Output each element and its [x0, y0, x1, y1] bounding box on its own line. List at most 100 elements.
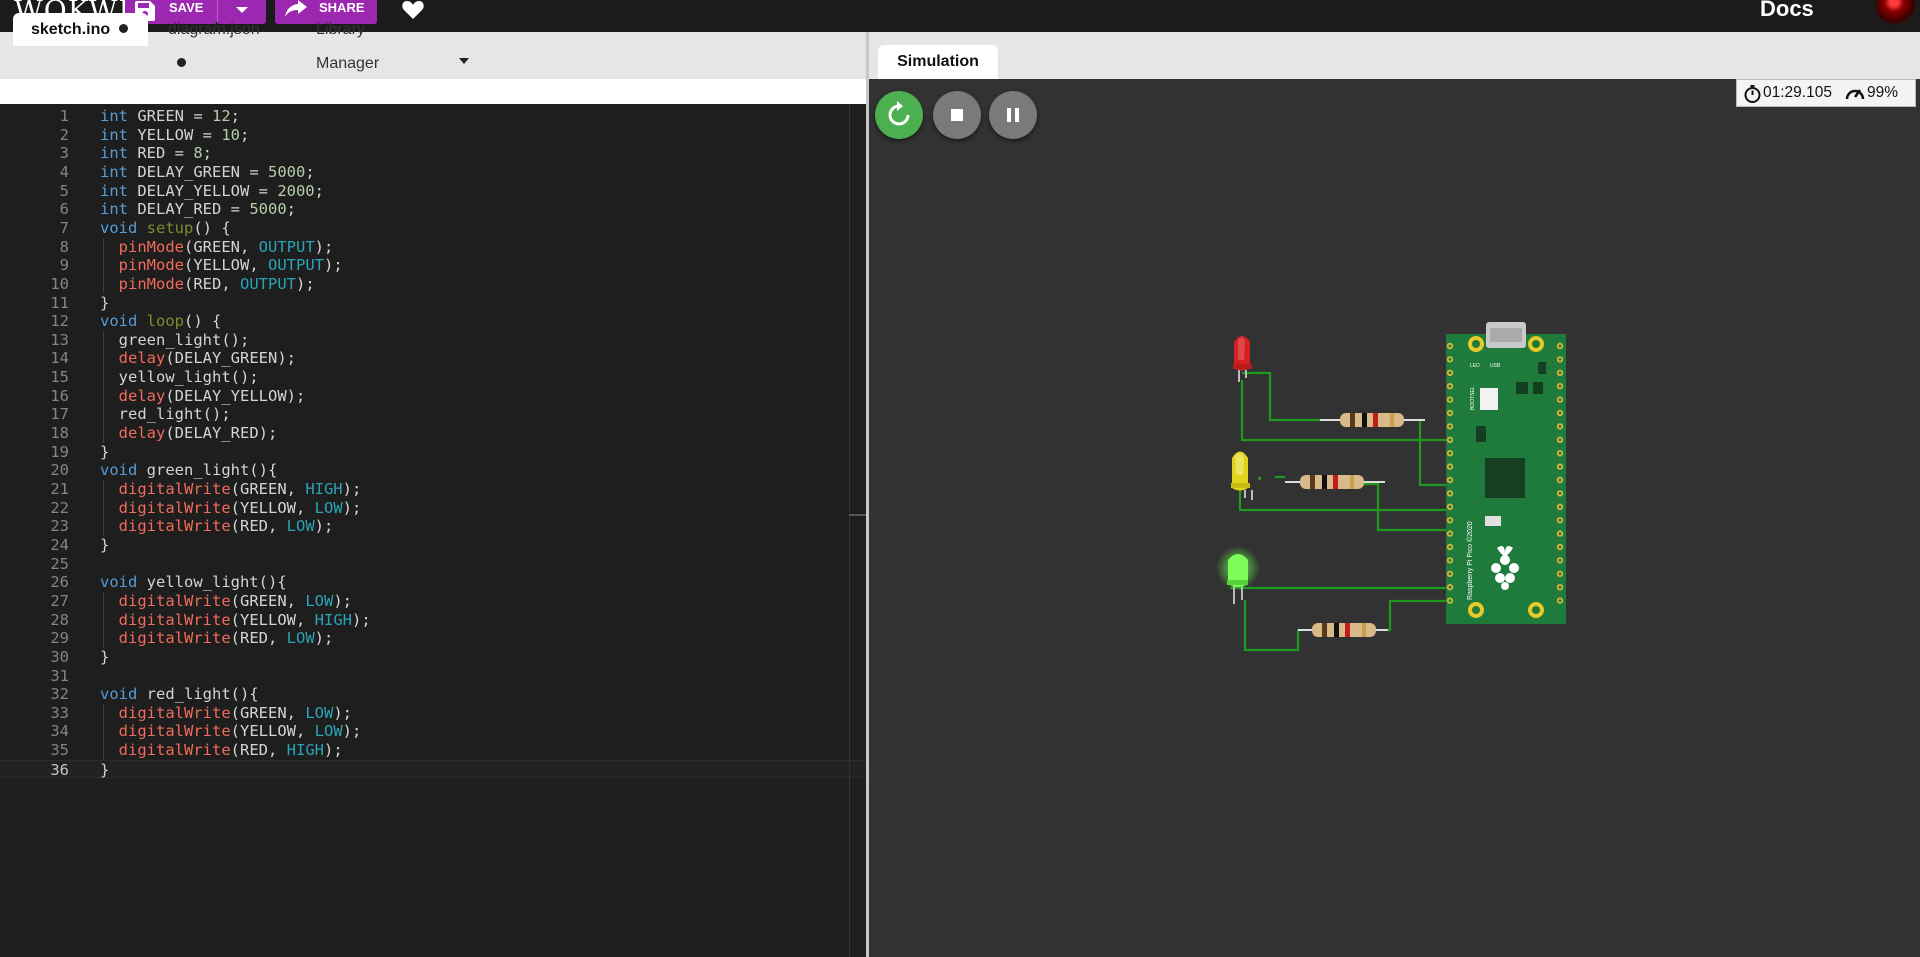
code-editor[interactable]: 1 int GREEN = 12; 2 int YELLOW = 10; 3 int RE… — [0, 104, 866, 957]
code-text[interactable]: } — [100, 536, 109, 555]
code-line[interactable]: 27 digitalWrite(GREEN, LOW); — [0, 592, 866, 611]
code-line[interactable]: 4 int DELAY_GREEN = 5000; — [0, 163, 866, 182]
code-text[interactable]: digitalWrite(GREEN, LOW); — [100, 592, 352, 611]
tab-sketch-ino[interactable]: sketch.ino — [13, 13, 148, 46]
code-text[interactable]: int DELAY_YELLOW = 2000; — [100, 182, 324, 201]
code-line[interactable]: 25 — [0, 555, 866, 574]
code-line[interactable]: 33 digitalWrite(GREEN, LOW); — [0, 704, 866, 723]
circuit-diagram[interactable]: Raspberry Pi Pico ©2020 USB LED BOOTSEL — [1200, 320, 1580, 660]
code-text[interactable]: int DELAY_RED = 5000; — [100, 200, 296, 219]
code-line[interactable]: 30} — [0, 648, 866, 667]
code-text[interactable]: delay(DELAY_RED); — [100, 424, 278, 443]
user-avatar[interactable] — [1876, 0, 1916, 26]
header-pin-hole — [1448, 398, 1452, 401]
code-line[interactable]: 29 digitalWrite(RED, LOW); — [0, 629, 866, 648]
code-text[interactable]: } — [100, 648, 109, 667]
code-line[interactable]: 32 void red_light(){ — [0, 685, 866, 704]
red-led[interactable] — [1233, 336, 1252, 382]
resistor-1[interactable] — [1320, 413, 1425, 427]
code-text[interactable]: pinMode(RED, OUTPUT); — [100, 275, 315, 294]
code-line[interactable]: 21 digitalWrite(GREEN, HIGH); — [0, 480, 866, 499]
code-text[interactable]: int RED = 8; — [100, 144, 212, 163]
code-text[interactable]: void red_light(){ — [100, 685, 259, 704]
code-line[interactable]: 19} — [0, 443, 866, 462]
code-text[interactable]: digitalWrite(YELLOW, HIGH); — [100, 611, 371, 630]
code-text[interactable]: red_light(); — [100, 405, 231, 424]
wires — [1230, 371, 1450, 652]
tab-label: Library Manager — [316, 21, 380, 72]
code-line[interactable]: 14 delay(DELAY_GREEN); — [0, 349, 866, 368]
tab-label: sketch.ino — [31, 21, 111, 38]
code-line[interactable]: 6 int DELAY_RED = 5000; — [0, 200, 866, 219]
code-text[interactable]: } — [100, 761, 109, 780]
code-line[interactable]: 26 void yellow_light(){ — [0, 573, 866, 592]
docs-link[interactable]: Docs — [1760, 0, 1814, 22]
resistor-2[interactable] — [1285, 475, 1385, 489]
code-text[interactable]: digitalWrite(YELLOW, LOW); — [100, 722, 362, 741]
code-text[interactable]: digitalWrite(YELLOW, LOW); — [100, 499, 362, 518]
code-line[interactable]: 1 int GREEN = 12; — [0, 107, 866, 126]
tab-menu-caret-icon[interactable] — [459, 58, 469, 64]
code-text[interactable]: int YELLOW = 10; — [100, 126, 249, 145]
code-text[interactable]: } — [100, 443, 109, 462]
header-pin-hole — [1448, 451, 1452, 455]
code-line[interactable]: 13 green_light(); — [0, 331, 866, 350]
code-line[interactable]: 17 red_light(); — [0, 405, 866, 424]
code-line[interactable]: 22 digitalWrite(YELLOW, LOW); — [0, 499, 866, 518]
code-text[interactable]: delay(DELAY_GREEN); — [100, 349, 296, 368]
header-pin-hole — [1558, 425, 1562, 428]
code-line[interactable]: 20 void green_light(){ — [0, 461, 866, 480]
code-line[interactable]: 36} — [0, 759, 866, 780]
code-line[interactable]: 31 — [0, 667, 866, 686]
editor-scrollbar-track[interactable] — [849, 104, 850, 957]
code-line[interactable]: 18 delay(DELAY_RED); — [0, 424, 866, 443]
code-line[interactable]: 8 pinMode(GREEN, OUTPUT); — [0, 238, 866, 257]
green-led[interactable] — [1216, 546, 1260, 604]
code-line[interactable]: 34 digitalWrite(YELLOW, LOW); — [0, 722, 866, 741]
header-pin-hole — [1558, 478, 1562, 482]
code-text[interactable]: delay(DELAY_YELLOW); — [100, 387, 306, 406]
code-line[interactable]: 10 pinMode(RED, OUTPUT); — [0, 275, 866, 294]
code-line[interactable]: 28 digitalWrite(YELLOW, HIGH); — [0, 611, 866, 630]
code-text[interactable]: } — [100, 294, 109, 313]
code-text[interactable]: digitalWrite(GREEN, HIGH); — [100, 480, 362, 499]
code-line[interactable]: 15 yellow_light(); — [0, 368, 866, 387]
yellow-led[interactable] — [1231, 451, 1253, 501]
code-line[interactable]: 7 void setup() { — [0, 219, 866, 238]
tab-simulation[interactable]: Simulation — [878, 45, 998, 79]
code-text[interactable]: digitalWrite(RED, LOW); — [100, 629, 334, 648]
code-text[interactable]: digitalWrite(RED, HIGH); — [100, 741, 343, 760]
tab-diagram-json[interactable]: diagram.json — [150, 13, 285, 67]
raspberry-pi-pico-board[interactable]: Raspberry Pi Pico ©2020 USB LED BOOTSEL — [1446, 322, 1566, 624]
code-text[interactable]: int DELAY_GREEN = 5000; — [100, 163, 315, 182]
resistor-3[interactable] — [1298, 623, 1388, 637]
code-line[interactable]: 9 pinMode(YELLOW, OUTPUT); — [0, 256, 866, 275]
code-text[interactable]: green_light(); — [100, 331, 250, 350]
code-text[interactable]: void green_light(){ — [100, 461, 277, 480]
code-text[interactable]: digitalWrite(GREEN, LOW); — [100, 704, 352, 723]
simulation-status: 01:29.105 99% — [1736, 79, 1916, 107]
bootsel-label: BOOTSEL — [1470, 386, 1476, 410]
code-text[interactable]: pinMode(YELLOW, OUTPUT); — [100, 256, 343, 275]
tab-library-manager[interactable]: Library Manager — [298, 13, 448, 72]
code-text[interactable]: yellow_light(); — [100, 368, 259, 387]
code-line[interactable]: 24} — [0, 536, 866, 555]
restart-simulation-button[interactable] — [875, 91, 923, 139]
code-text[interactable]: void yellow_light(){ — [100, 573, 287, 592]
stop-simulation-button[interactable] — [933, 91, 981, 139]
code-text[interactable]: int GREEN = 12; — [100, 107, 240, 126]
code-text[interactable]: digitalWrite(RED, LOW); — [100, 517, 334, 536]
code-text[interactable]: void setup() { — [100, 219, 231, 238]
code-line[interactable]: 2 int YELLOW = 10; — [0, 126, 866, 145]
code-line[interactable]: 12 void loop() { — [0, 312, 866, 331]
code-text[interactable]: void loop() { — [100, 312, 221, 331]
code-text[interactable]: pinMode(GREEN, OUTPUT); — [100, 238, 334, 257]
pause-simulation-button[interactable] — [989, 91, 1037, 139]
code-line[interactable]: 11} — [0, 294, 866, 313]
code-line[interactable]: 35 digitalWrite(RED, HIGH); — [0, 741, 866, 760]
code-line[interactable]: 16 delay(DELAY_YELLOW); — [0, 387, 866, 406]
code-line[interactable]: 3 int RED = 8; — [0, 144, 866, 163]
header-pin-hole — [1558, 545, 1562, 549]
code-line[interactable]: 5 int DELAY_YELLOW = 2000; — [0, 182, 866, 201]
code-line[interactable]: 23 digitalWrite(RED, LOW); — [0, 517, 866, 536]
